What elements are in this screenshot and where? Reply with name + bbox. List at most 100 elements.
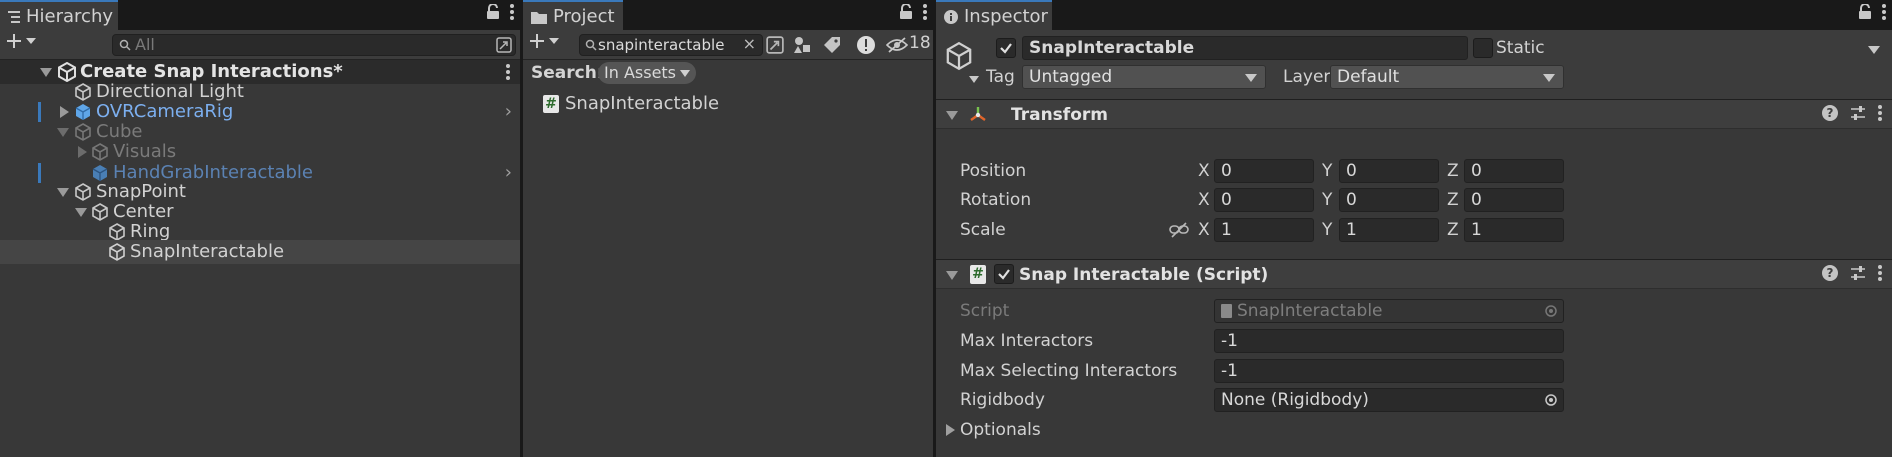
active-checkbox[interactable] bbox=[996, 38, 1016, 58]
plus-icon bbox=[529, 33, 545, 49]
expand-arrow-icon[interactable] bbox=[57, 188, 69, 197]
max-interactors-field[interactable]: -1 bbox=[1214, 329, 1564, 353]
kebab-menu-icon[interactable] bbox=[923, 4, 927, 20]
info-icon bbox=[944, 10, 958, 24]
project-panel: Project snapinteractable × 18 Search: In… bbox=[523, 0, 933, 457]
expand-arrow-icon[interactable] bbox=[40, 68, 52, 77]
presets-icon[interactable] bbox=[1850, 265, 1866, 281]
search-dialog-icon[interactable] bbox=[766, 36, 784, 54]
expand-arrow-icon[interactable] bbox=[78, 146, 87, 158]
rotation-z-field[interactable]: 0 bbox=[1464, 188, 1564, 212]
max-interactors-label: Max Interactors bbox=[960, 331, 1094, 351]
transform-component-header[interactable]: Transform ? bbox=[936, 99, 1892, 129]
tab-inspector[interactable]: Inspector bbox=[936, 0, 1052, 30]
hierarchy-tab-icons bbox=[486, 4, 514, 20]
position-label: Position bbox=[960, 161, 1027, 181]
gameobject-cube-icon bbox=[74, 122, 92, 142]
collapse-arrow-icon[interactable] bbox=[946, 111, 958, 120]
project-tabbar: Project bbox=[523, 0, 933, 30]
max-selecting-field[interactable]: -1 bbox=[1214, 359, 1564, 383]
script-label: Script bbox=[960, 301, 1010, 321]
lock-icon[interactable] bbox=[899, 4, 913, 20]
hierarchy-tab-label: Hierarchy bbox=[26, 6, 114, 27]
lock-icon[interactable] bbox=[1858, 4, 1872, 20]
folder-icon bbox=[531, 11, 547, 24]
position-y-field[interactable]: 0 bbox=[1339, 159, 1439, 183]
scene-menu-icon[interactable] bbox=[506, 64, 510, 80]
dropdown-arrow-icon bbox=[1543, 74, 1555, 82]
position-y-value: 0 bbox=[1346, 161, 1357, 181]
help-icon[interactable]: ? bbox=[1822, 265, 1838, 281]
object-name-field[interactable]: SnapInteractable bbox=[1022, 36, 1468, 60]
lock-icon[interactable] bbox=[486, 4, 500, 20]
search-dialog-icon[interactable] bbox=[496, 37, 512, 53]
rotation-y-value: 0 bbox=[1346, 190, 1357, 210]
hierarchy-panel: Hierarchy All Create Snap Interactions* bbox=[0, 0, 520, 457]
max-selecting-value: -1 bbox=[1221, 361, 1238, 381]
tag-value: Untagged bbox=[1029, 67, 1113, 87]
object-picker-icon[interactable] bbox=[1545, 394, 1557, 406]
kebab-menu-icon[interactable] bbox=[1878, 105, 1882, 121]
expand-arrow-icon bbox=[946, 424, 955, 436]
kebab-menu-icon[interactable] bbox=[1882, 4, 1886, 20]
layer-value: Default bbox=[1337, 67, 1400, 87]
static-checkbox[interactable] bbox=[1473, 38, 1493, 58]
snap-interactable-component-header[interactable]: # Snap Interactable (Script) ? bbox=[936, 259, 1892, 289]
dropdown-arrow-icon bbox=[26, 37, 36, 45]
hidden-packages-icon[interactable] bbox=[886, 37, 908, 53]
item-label: SnapInteractable bbox=[130, 241, 285, 262]
component-enabled-checkbox[interactable] bbox=[994, 264, 1014, 284]
help-icon[interactable]: ? bbox=[1822, 105, 1838, 121]
search-by-label-icon[interactable] bbox=[823, 36, 841, 54]
result-label: SnapInteractable bbox=[565, 93, 720, 114]
hierarchy-search-input[interactable]: All bbox=[112, 34, 516, 56]
icon-dropdown-arrow-icon[interactable] bbox=[969, 76, 979, 83]
add-object-button[interactable] bbox=[6, 33, 36, 49]
hierarchy-item-snapinteractable[interactable]: SnapInteractable bbox=[0, 240, 520, 264]
create-asset-button[interactable] bbox=[529, 33, 559, 49]
project-tab-label: Project bbox=[553, 6, 615, 27]
rigidbody-field[interactable]: None (Rigidbody) bbox=[1214, 388, 1564, 412]
expand-arrow-icon[interactable] bbox=[60, 106, 69, 118]
tab-hierarchy[interactable]: Hierarchy bbox=[0, 0, 118, 30]
rotation-x-field[interactable]: 0 bbox=[1214, 188, 1314, 212]
search-by-type-icon[interactable] bbox=[793, 36, 811, 54]
collapse-arrow-icon[interactable] bbox=[946, 271, 958, 280]
expand-arrow-icon[interactable] bbox=[57, 128, 69, 137]
script-header-icons: ? bbox=[1822, 265, 1882, 281]
optionals-foldout[interactable]: Optionals bbox=[946, 418, 1246, 442]
position-x-field[interactable]: 0 bbox=[1214, 159, 1314, 183]
inspector-tab-label: Inspector bbox=[964, 6, 1048, 27]
rotation-label: Rotation bbox=[960, 190, 1032, 210]
rotation-y-field[interactable]: 0 bbox=[1339, 188, 1439, 212]
plus-icon bbox=[6, 33, 22, 49]
warning-filter-icon[interactable] bbox=[856, 35, 876, 55]
layer-dropdown[interactable]: Default bbox=[1330, 65, 1564, 89]
tab-project[interactable]: Project bbox=[523, 0, 623, 30]
search-value: snapinteractable bbox=[598, 36, 725, 54]
scope-value: In Assets bbox=[604, 63, 677, 82]
rigidbody-label: Rigidbody bbox=[960, 390, 1045, 410]
position-z-field[interactable]: 0 bbox=[1464, 159, 1564, 183]
kebab-menu-icon[interactable] bbox=[510, 4, 514, 20]
project-search-input[interactable]: snapinteractable × bbox=[579, 34, 763, 56]
rotation-x-value: 0 bbox=[1221, 190, 1232, 210]
constrain-proportions-icon[interactable] bbox=[1169, 222, 1189, 238]
prefab-override-bar bbox=[38, 102, 41, 122]
scale-x-value: 1 bbox=[1221, 220, 1232, 240]
expand-arrow-icon[interactable] bbox=[75, 208, 87, 217]
scale-x-field[interactable]: 1 bbox=[1214, 218, 1314, 242]
static-dropdown-arrow-icon[interactable] bbox=[1868, 46, 1880, 54]
hidden-packages-count: 18 bbox=[909, 33, 931, 53]
gameobject-icon[interactable] bbox=[944, 40, 974, 72]
position-z-label: Z bbox=[1447, 161, 1459, 181]
presets-icon[interactable] bbox=[1850, 105, 1866, 121]
clear-search-icon[interactable]: × bbox=[743, 34, 756, 53]
search-scope-dropdown[interactable]: In Assets bbox=[598, 62, 697, 84]
rotation-x-label: X bbox=[1198, 190, 1210, 210]
project-toolbar: snapinteractable × 18 bbox=[523, 30, 933, 60]
scale-z-field[interactable]: 1 bbox=[1464, 218, 1564, 242]
scale-y-field[interactable]: 1 bbox=[1339, 218, 1439, 242]
kebab-menu-icon[interactable] bbox=[1878, 265, 1882, 281]
tag-dropdown[interactable]: Untagged bbox=[1022, 65, 1266, 89]
